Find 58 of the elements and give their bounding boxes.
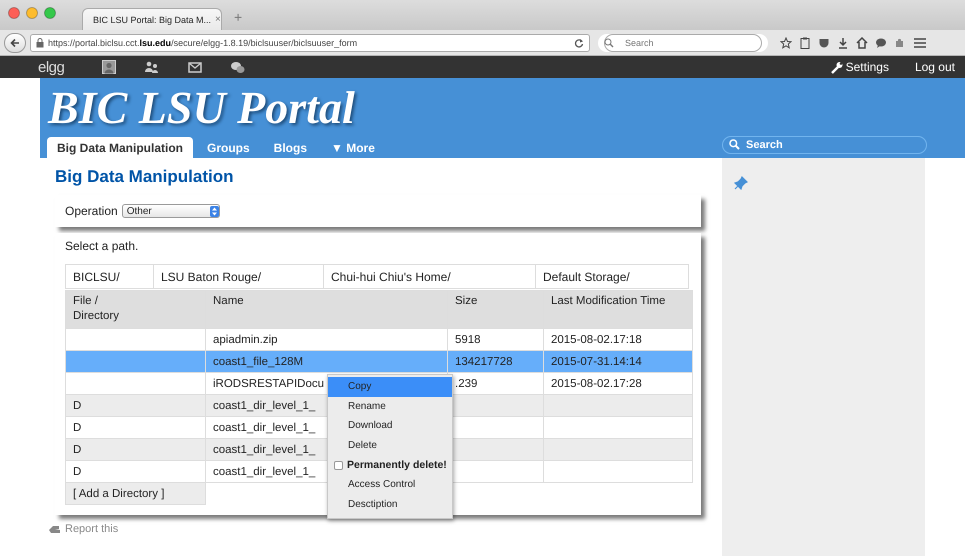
column-header: Size <box>448 290 544 328</box>
table-cell: 2015-07-31.14:14 <box>544 350 692 372</box>
reload-icon[interactable] <box>574 38 584 48</box>
tab-close-button[interactable]: × <box>215 14 221 25</box>
settings-link[interactable]: Settings <box>830 60 889 74</box>
search-icon <box>729 139 740 150</box>
menu-icon[interactable] <box>913 36 927 48</box>
search-icon <box>604 38 614 48</box>
home-icon[interactable] <box>856 36 868 48</box>
table-cell: 134217728 <box>448 350 544 372</box>
tab-title: BIC LSU Portal: Big Data M... <box>93 14 212 24</box>
url-text: https://portal.biclsu.cct.lsu.edu/secure/elgg-1.8.19/biclsuuser/biclsuuser_form <box>48 38 358 48</box>
wrench-icon <box>830 60 844 74</box>
shield-icon[interactable] <box>818 36 830 48</box>
path-prompt: Select a path. <box>65 239 140 253</box>
search-field[interactable]: Search <box>722 136 927 154</box>
zoom-window-icon[interactable] <box>44 7 56 19</box>
star-icon[interactable] <box>780 36 792 48</box>
chat-bubbles-icon[interactable] <box>230 60 246 74</box>
file-row[interactable]: coast1_file_128M 134217728 2015-07-31.14:14 <box>66 350 692 372</box>
lock-icon <box>36 38 44 48</box>
breadcrumb-link[interactable]: BICLSU/ <box>66 265 153 288</box>
operation-label: Operation <box>65 204 118 218</box>
nav-tab[interactable]: Big Data Manipulation <box>47 137 193 158</box>
mail-icon[interactable] <box>188 62 202 72</box>
puzzle-icon[interactable] <box>894 36 906 48</box>
menu-item-label: Permanently delete! <box>347 459 447 472</box>
breadcrumb-link[interactable]: LSU Baton Rouge/ <box>153 265 323 288</box>
browser-search-field[interactable]: Search <box>604 34 762 52</box>
address-field[interactable]: https://portal.biclsu.cct.lsu.edu/secure/elgg-1.8.19/biclsuuser/biclsuuser_form <box>30 34 590 52</box>
table-cell: D <box>66 394 206 416</box>
add-directory-link[interactable]: [ Add a Directory ] <box>66 482 206 504</box>
page-heading: Big Data Manipulation <box>55 167 234 187</box>
back-button[interactable] <box>4 32 26 52</box>
menu-item[interactable]: Copy <box>328 377 452 397</box>
clipboard-icon[interactable] <box>799 36 811 48</box>
download-icon[interactable] <box>837 36 849 48</box>
table-cell: D <box>66 438 206 460</box>
avatar-icon[interactable] <box>102 60 116 74</box>
breadcrumb-link[interactable]: Chui-hui Chiu's Home/ <box>323 265 535 288</box>
table-cell: coast1_file_128M <box>206 350 448 372</box>
menu-item[interactable]: Desctiption <box>328 494 452 514</box>
report-link[interactable]: Report this <box>65 523 118 535</box>
logout-link[interactable]: Log out <box>914 60 955 74</box>
stepper-icon <box>210 206 219 216</box>
checkbox[interactable] <box>334 460 343 470</box>
column-header: Name <box>206 290 448 328</box>
back-arrow-icon <box>10 38 20 48</box>
column-header: Last Modification Time <box>544 290 692 328</box>
elgg-logo[interactable]: elgg <box>38 58 64 76</box>
friends-icon[interactable] <box>144 61 160 73</box>
pin-icon[interactable] <box>734 176 748 190</box>
close-window-icon[interactable] <box>8 7 20 19</box>
browser-tab[interactable]: BIC LSU Portal: Big Data M... × <box>82 8 222 30</box>
column-header: File / Directory <box>66 290 206 328</box>
breadcrumb-link[interactable]: Default Storage/ <box>535 265 691 288</box>
chat-icon[interactable] <box>875 36 887 48</box>
operation-select[interactable]: Other <box>122 204 220 218</box>
